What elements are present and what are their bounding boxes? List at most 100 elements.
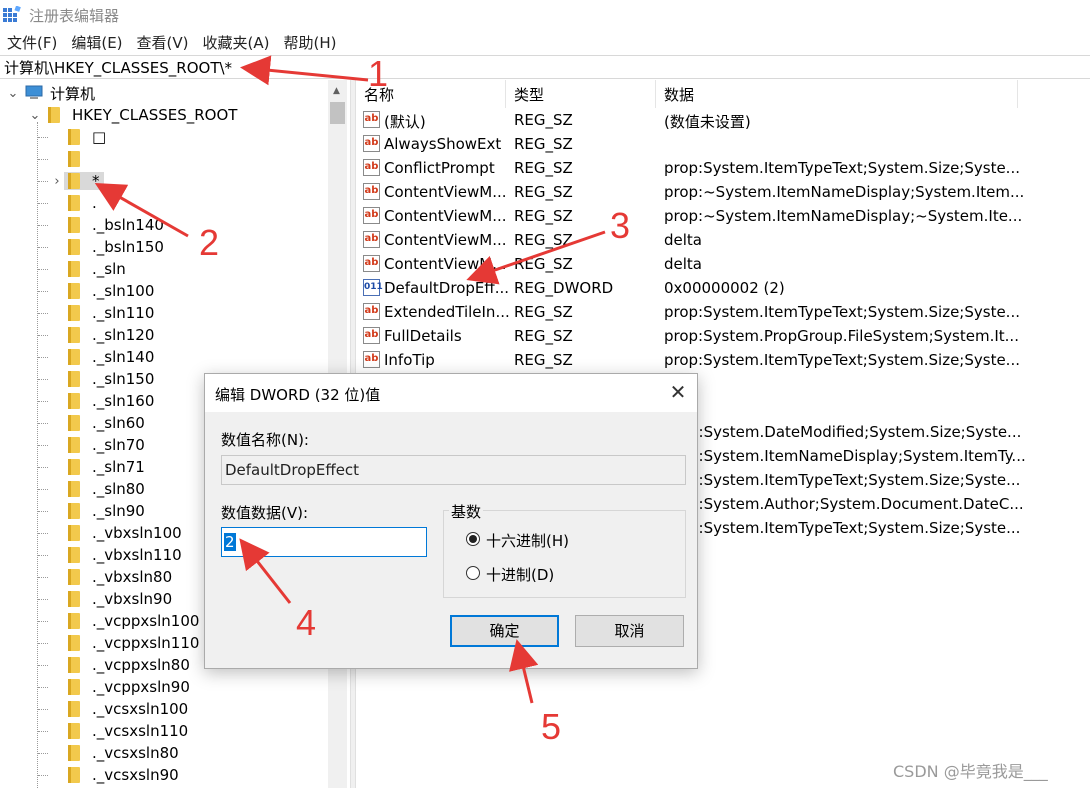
key-entry[interactable]: ._sln160 (64, 392, 158, 410)
key-entry[interactable]: ._sln140 (64, 348, 158, 366)
selected-key[interactable]: * (64, 172, 104, 190)
menu-favorites[interactable]: 收藏夹(A) (196, 32, 277, 53)
key-entry[interactable]: ._sln80 (64, 480, 149, 498)
tree-node[interactable]: ._sln90 (50, 500, 149, 522)
address-bar[interactable]: 计算机\HKEY_CLASSES_ROOT\* (0, 55, 1090, 79)
scroll-up-arrow-icon[interactable]: ▲ (333, 86, 340, 96)
chevron-down-icon[interactable]: ⌄ (6, 86, 20, 101)
close-icon[interactable]: ✕ (665, 380, 691, 404)
tree-label: ._vcppxsln80 (92, 656, 190, 674)
tree-node[interactable]: ._vcsxsln80 (50, 742, 183, 764)
tree-node[interactable]: ._vcppxsln100 (50, 610, 203, 632)
tree-node[interactable]: ._vbxsln110 (50, 544, 186, 566)
value-row[interactable]: ab FullDetails REG_SZ prop:System.PropGroup… (356, 324, 1090, 348)
value-row[interactable]: ab ContentViewM... REG_SZ delta (356, 228, 1090, 252)
key-entry[interactable]: ._vbxsln110 (64, 546, 186, 564)
tree-node[interactable]: ._bsln150 (50, 236, 168, 258)
tree-node[interactable]: ._sln80 (50, 478, 149, 500)
key-entry[interactable]: □ (64, 128, 110, 146)
key-entry[interactable]: ._vcppxsln80 (64, 656, 194, 674)
radio-dec[interactable] (466, 566, 480, 580)
tree-node[interactable]: ._vcsxsln90 (50, 764, 183, 786)
radio-hex[interactable] (466, 532, 480, 546)
scrollbar-thumb[interactable] (330, 102, 345, 124)
ok-button[interactable]: 确定 (450, 615, 559, 647)
tree-node[interactable]: ._vcppxsln80 (50, 654, 194, 676)
radio-dec-label[interactable]: 十进制(D) (486, 564, 554, 585)
key-entry[interactable]: ._sln110 (64, 304, 158, 322)
tree-node[interactable]: › * (50, 170, 104, 192)
tree-node[interactable]: ._sln (50, 258, 130, 280)
tree-node-computer[interactable]: ⌄ 计算机 (6, 82, 95, 104)
cancel-button[interactable]: 取消 (575, 615, 684, 647)
menu-help[interactable]: 帮助(H) (276, 32, 343, 53)
value-row[interactable]: ab (默认) REG_SZ (数值未设置) (356, 108, 1090, 132)
tree-node[interactable]: ._sln110 (50, 302, 158, 324)
key-entry[interactable]: . (64, 194, 101, 212)
tree-node[interactable]: ._bsln140 (50, 214, 168, 236)
value-row[interactable]: ab InfoTip REG_SZ prop:System.ItemTypeText;… (356, 348, 1090, 372)
key-entry[interactable]: ._sln71 (64, 458, 149, 476)
value-data-text[interactable]: 2 (224, 533, 236, 551)
address-path[interactable]: 计算机\HKEY_CLASSES_ROOT\* (4, 57, 232, 78)
key-entry[interactable] (64, 151, 96, 167)
key-entry[interactable]: ._vcsxsln80 (64, 744, 183, 762)
tree-node[interactable]: . (50, 192, 101, 214)
dword-value-icon: 011 (363, 279, 383, 296)
tree-node[interactable]: ._vcsxsln110 (50, 720, 192, 742)
tree-node[interactable]: ._sln70 (50, 434, 149, 456)
key-entry[interactable]: ._vbxsln90 (64, 590, 176, 608)
key-entry[interactable]: ._sln (64, 260, 130, 278)
value-row[interactable]: ab ExtendedTileIn... REG_SZ prop:System.Ite… (356, 300, 1090, 324)
tree-node[interactable]: ._sln160 (50, 390, 158, 412)
tree-node[interactable] (50, 148, 96, 170)
tree-node[interactable]: ._sln71 (50, 456, 149, 478)
tree-node[interactable]: □ (50, 126, 110, 148)
value-row[interactable]: ab ContentViewM... REG_SZ prop:~System.Item… (356, 180, 1090, 204)
key-entry[interactable]: ._vcsxsln110 (64, 722, 192, 740)
key-entry[interactable]: ._sln60 (64, 414, 149, 432)
key-entry[interactable]: ._sln100 (64, 282, 158, 300)
tree-node[interactable]: ._vcppxsln110 (50, 632, 203, 654)
tree-node[interactable]: ._vcppxsln90 (50, 676, 194, 698)
tree-node[interactable]: ._vbxsln90 (50, 588, 176, 610)
chevron-down-icon[interactable]: ⌄ (28, 108, 42, 123)
value-row[interactable]: ab AlwaysShowExt REG_SZ (356, 132, 1090, 156)
key-entry[interactable]: ._bsln140 (64, 216, 168, 234)
menu-view[interactable]: 查看(V) (130, 32, 196, 53)
tree-node[interactable]: ._sln100 (50, 280, 158, 302)
menu-file[interactable]: 文件(F) (0, 32, 64, 53)
key-entry[interactable]: ._sln90 (64, 502, 149, 520)
tree-node[interactable]: ._vcsxsln100 (50, 698, 192, 720)
tree-node[interactable]: ._vbxsln80 (50, 566, 176, 588)
key-entry[interactable]: ._vbxsln100 (64, 524, 186, 542)
chevron-right-icon[interactable]: › (50, 174, 64, 189)
key-entry[interactable]: ._sln70 (64, 436, 149, 454)
column-header-data[interactable]: 数据 (656, 80, 1018, 108)
tree-node[interactable]: ._vbxsln100 (50, 522, 186, 544)
key-entry[interactable]: ._vcsxsln90 (64, 766, 183, 784)
value-data-input[interactable]: 2 (221, 527, 427, 557)
value-row[interactable]: ab ContentViewM... REG_SZ delta (356, 252, 1090, 276)
tree-node-hkcr[interactable]: ⌄ HKEY_CLASSES_ROOT (28, 104, 238, 126)
tree-node[interactable]: ._sln60 (50, 412, 149, 434)
key-entry[interactable]: ._vcppxsln100 (64, 612, 203, 630)
radio-hex-label[interactable]: 十六进制(H) (486, 530, 569, 551)
tree-node[interactable]: ._sln150 (50, 368, 158, 390)
key-entry[interactable]: ._sln150 (64, 370, 158, 388)
value-row[interactable]: 011 DefaultDropEff... REG_DWORD 0x00000002 … (356, 276, 1090, 300)
folder-icon (68, 393, 80, 409)
key-entry[interactable]: ._vcppxsln110 (64, 634, 203, 652)
menu-edit[interactable]: 编辑(E) (64, 32, 129, 53)
key-entry[interactable]: ._bsln150 (64, 238, 168, 256)
tree-node[interactable]: ._sln120 (50, 324, 158, 346)
tree-node[interactable]: ._sln140 (50, 346, 158, 368)
value-row[interactable]: ab ContentViewM... REG_SZ prop:~System.Item… (356, 204, 1090, 228)
watermark: CSDN @毕竟我是___ (893, 762, 1048, 781)
key-entry[interactable]: ._sln120 (64, 326, 158, 344)
value-row[interactable]: ab ConflictPrompt REG_SZ prop:System.ItemTy… (356, 156, 1090, 180)
key-entry[interactable]: ._vcppxsln90 (64, 678, 194, 696)
key-entry[interactable]: ._vbxsln80 (64, 568, 176, 586)
key-entry[interactable]: ._vcsxsln100 (64, 700, 192, 718)
column-header-type[interactable]: 类型 (506, 80, 656, 108)
